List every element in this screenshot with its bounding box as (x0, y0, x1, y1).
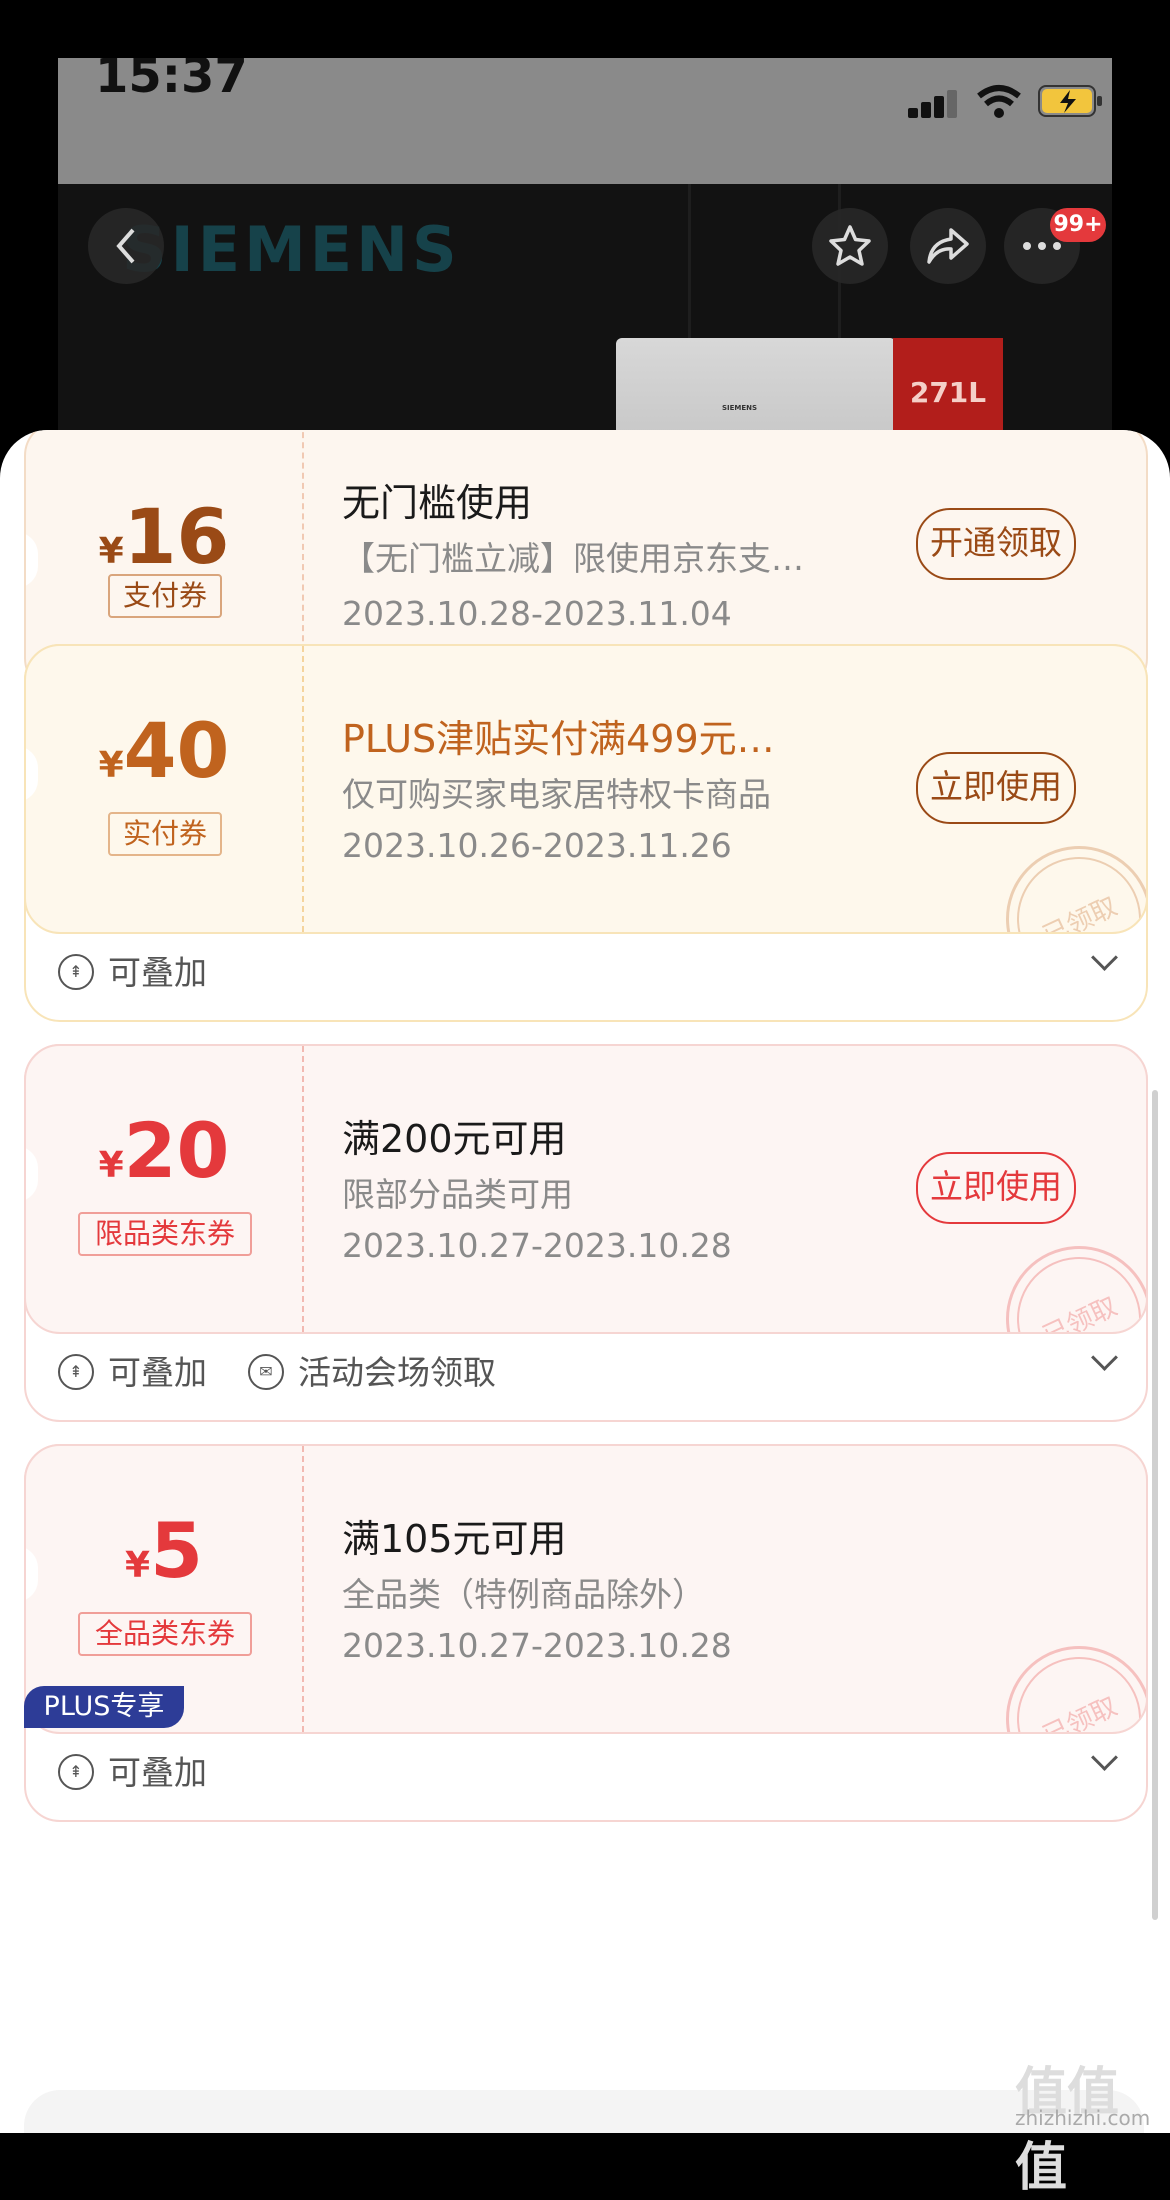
coupon-description: 【无门槛立减】限使用京东支… (342, 539, 804, 578)
chevron-down-icon[interactable] (1091, 944, 1118, 971)
signal-icon (908, 88, 958, 118)
coupon-description: 全品类（特例商品除外） (342, 1575, 705, 1614)
plus-exclusive-badge: PLUS专享 (24, 1686, 184, 1728)
coupon-card: ¥40 实付券 PLUS津贴实付满499元… 仅可购买家电家居特权卡商品 202… (24, 644, 1148, 934)
coupon-type-tag: 支付券 (108, 574, 222, 618)
stackable-label: 可叠加 (108, 1753, 207, 1792)
activate-claim-button[interactable]: 开通领取 (916, 508, 1076, 580)
coupon-sheet: 优惠 ¥16 支付券 无门槛使用 【无门槛立减】限使用京东支… 2023.10.… (0, 430, 1170, 2133)
coupon-validity: 2023.10.27-2023.10.28 (342, 1626, 732, 1665)
chevron-down-icon[interactable] (1091, 1344, 1118, 1371)
chevron-left-icon (116, 228, 135, 264)
back-button[interactable] (88, 208, 164, 284)
coupon-value: 16 (123, 492, 230, 581)
stack-icon: ⇞ (58, 1754, 94, 1790)
coupon-title: 无门槛使用 (342, 481, 533, 525)
coupon-title: PLUS津贴实付满499元… (342, 717, 775, 761)
share-button[interactable] (910, 208, 986, 284)
coupon-amount: ¥40 (26, 706, 302, 795)
coupon-description: 仅可购买家电家居特权卡商品 (342, 775, 771, 814)
coupon-value: 40 (123, 706, 230, 795)
coupon-divider (302, 1446, 304, 1732)
stackable-label: 可叠加 (108, 953, 207, 992)
more-dots-icon (1023, 242, 1061, 250)
stackable-label: 可叠加 (108, 1353, 207, 1392)
coupon-value: 5 (150, 1506, 203, 1595)
coupon-card: ¥20 限品类东券 满200元可用 限部分品类可用 2023.10.27-202… (24, 1044, 1148, 1334)
use-now-button[interactable]: 立即使用 (916, 1152, 1076, 1224)
favorite-button[interactable] (812, 208, 888, 284)
scrollbar[interactable] (1152, 1090, 1158, 1920)
coupon-footer: ⇞ 可叠加 (24, 1730, 1144, 1810)
wifi-icon (976, 84, 1022, 120)
coupon-footer: ⇞ 可叠加 (24, 930, 1144, 1010)
stack-icon: ⇞ (58, 1354, 94, 1390)
coupon-amount: ¥16 (26, 492, 302, 581)
currency-symbol: ¥ (98, 745, 124, 786)
stack-icon: ⇞ (58, 954, 94, 990)
coupon-amount: ¥5 (26, 1506, 302, 1595)
coupon-title: 满200元可用 (342, 1117, 567, 1161)
product-image-label: SIEMENS (722, 404, 758, 412)
claimed-stamp: 已领取 (981, 821, 1146, 932)
coupon-title: 满105元可用 (342, 1517, 567, 1561)
battery-icon (1038, 84, 1104, 118)
coupon-type-tag: 实付券 (108, 812, 222, 856)
watermark-url: zhizhizhi.com (1015, 2106, 1151, 2130)
ticket-icon: ✉ (248, 1354, 284, 1390)
brand-logo: SIEMENS (122, 213, 461, 286)
coupon-value: 20 (123, 1106, 230, 1195)
star-icon (829, 225, 871, 266)
claimed-stamp: 已领取 (981, 1221, 1146, 1332)
coupon-divider (302, 646, 304, 932)
currency-symbol: ¥ (98, 531, 124, 572)
notification-badge: 99+ (1050, 208, 1106, 242)
currency-symbol: ¥ (125, 1545, 151, 1586)
coupon-description: 限部分品类可用 (342, 1175, 573, 1214)
coupon-card: ¥5 全品类东券 满105元可用 全品类（特例商品除外） 2023.10.27-… (24, 1444, 1148, 1734)
coupon-divider (302, 1046, 304, 1332)
claimed-stamp: 已领取 (981, 1621, 1146, 1732)
venue-claim-label: 活动会场领取 (298, 1353, 496, 1392)
currency-symbol: ¥ (98, 1145, 124, 1186)
status-bar: 15:37 (58, 58, 1112, 184)
coupon-type-tag: 限品类东券 (78, 1212, 252, 1256)
next-coupon-preview (24, 2090, 1144, 2133)
coupon-type-tag: 全品类东券 (78, 1612, 252, 1656)
status-time: 15:37 (95, 58, 248, 104)
coupon-validity: 2023.10.26-2023.11.26 (342, 826, 732, 865)
coupon-amount: ¥20 (26, 1106, 302, 1195)
share-icon (927, 228, 969, 264)
coupon-validity: 2023.10.27-2023.10.28 (342, 1226, 732, 1265)
coupon-validity: 2023.10.28-2023.11.04 (342, 594, 732, 633)
coupon-footer: ⇞ 可叠加 ✉ 活动会场领取 (24, 1330, 1144, 1410)
chevron-down-icon[interactable] (1091, 1744, 1118, 1771)
use-now-button[interactable]: 立即使用 (916, 752, 1076, 824)
